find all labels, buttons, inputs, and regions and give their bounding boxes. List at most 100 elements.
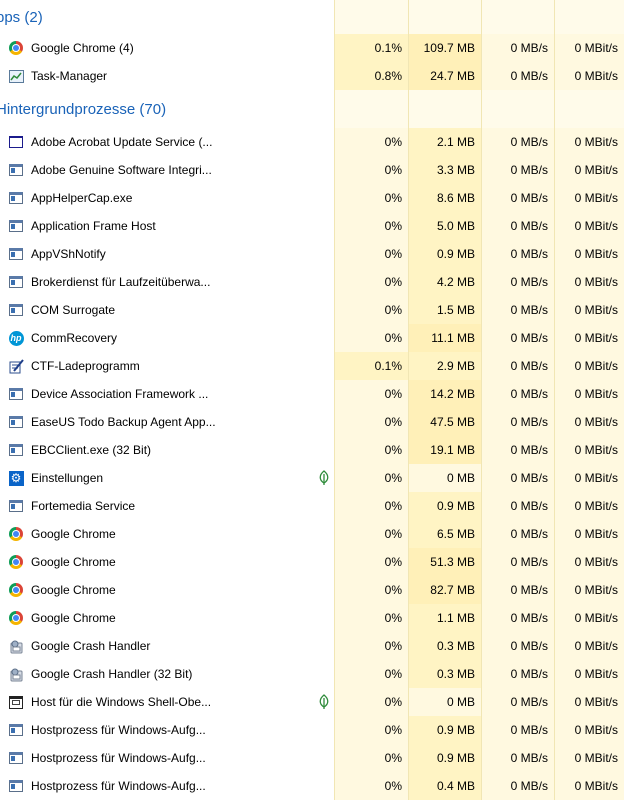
process-row[interactable]: Google Chrome 0% 6.5 MB 0 MB/s 0 MBit/s — [0, 520, 644, 548]
process-name-cell: Task-Manager — [0, 62, 334, 90]
process-name-cell: AppHelperCap.exe — [0, 184, 334, 212]
process-name-cell: EaseUS Todo Backup Agent App... — [0, 408, 334, 436]
process-row[interactable]: Task-Manager 0.8% 24.7 MB 0 MB/s 0 MBit/s — [0, 62, 644, 90]
process-row[interactable]: hp CommRecovery 0% 11.1 MB 0 MB/s 0 MBit/s — [0, 324, 644, 352]
network-value: 0 MBit/s — [554, 268, 624, 296]
memory-value: 5.0 MB — [408, 212, 481, 240]
process-row[interactable]: Host für die Windows Shell-Obe... 0% 0 MB 0… — [0, 688, 644, 716]
process-name: Adobe Acrobat Update Service (... — [31, 135, 213, 149]
cpu-value: 0% — [334, 744, 408, 772]
process-name: Google Crash Handler — [31, 639, 151, 653]
disk-value: 0 MB/s — [481, 604, 554, 632]
cpu-value: 0% — [334, 632, 408, 660]
gear-icon: ⚙ — [8, 470, 24, 486]
cpu-value: 0.8% — [334, 62, 408, 90]
process-row[interactable]: Hostprozess für Windows-Aufg... 0% 0.9 MB 0… — [0, 716, 644, 744]
process-row[interactable]: Google Chrome 0% 51.3 MB 0 MB/s 0 MBit/s — [0, 548, 644, 576]
process-row[interactable]: Application Frame Host 0% 5.0 MB 0 MB/s 0 MB… — [0, 212, 644, 240]
app-window-icon — [8, 302, 24, 318]
process-name-cell: AppVShNotify — [0, 240, 334, 268]
process-name: Task-Manager — [31, 69, 108, 83]
process-row[interactable]: Hostprozess für Windows-Aufg... 0% 0.9 MB 0… — [0, 744, 644, 772]
disk-value: 0 MB/s — [481, 576, 554, 604]
process-name-cell: Google Crash Handler — [0, 632, 334, 660]
process-row[interactable]: Hostprozess für Windows-Aufg... 0% 0.4 MB 0… — [0, 772, 644, 800]
cpu-value: 0% — [334, 212, 408, 240]
app-window-icon — [8, 778, 24, 794]
process-row[interactable]: Device Association Framework ... 0% 14.2 M… — [0, 380, 644, 408]
process-name: Hostprozess für Windows-Aufg... — [31, 723, 206, 737]
process-row[interactable]: CTF-Ladeprogramm 0.1% 2.9 MB 0 MB/s 0 MBit/s — [0, 352, 644, 380]
process-row[interactable]: EBCClient.exe (32 Bit) 0% 19.1 MB 0 MB/s 0 M… — [0, 436, 644, 464]
process-name: EaseUS Todo Backup Agent App... — [31, 415, 216, 429]
app-window-icon — [8, 218, 24, 234]
process-name-cell: Adobe Genuine Software Integri... — [0, 156, 334, 184]
group-label: pps (2) — [0, 9, 43, 26]
process-name: Host für die Windows Shell-Obe... — [31, 695, 212, 709]
network-value: 0 MBit/s — [554, 492, 624, 520]
disk-value: 0 MB/s — [481, 464, 554, 492]
process-row[interactable]: COM Surrogate 0% 1.5 MB 0 MB/s 0 MBit/s — [0, 296, 644, 324]
disk-value: 0 MB/s — [481, 408, 554, 436]
disk-value: 0 MB/s — [481, 688, 554, 716]
process-name: Application Frame Host — [31, 219, 156, 233]
process-name: Google Chrome — [31, 555, 116, 569]
process-row[interactable]: AppVShNotify 0% 0.9 MB 0 MB/s 0 MBit/s — [0, 240, 644, 268]
network-value: 0 MBit/s — [554, 660, 624, 688]
network-value: 0 MBit/s — [554, 352, 624, 380]
group-empty-cell — [408, 90, 481, 128]
disk-value: 0 MB/s — [481, 772, 554, 800]
memory-value: 24.7 MB — [408, 62, 481, 90]
process-table: pps (2) Google Chrome (4) 0.1% 109.7 MB 0 MB… — [0, 0, 644, 800]
process-name: CTF-Ladeprogramm — [31, 359, 140, 373]
memory-value: 14.2 MB — [408, 380, 481, 408]
process-name: Adobe Genuine Software Integri... — [31, 163, 212, 177]
process-row[interactable]: Adobe Acrobat Update Service (... 0% 2.1 M… — [0, 128, 644, 156]
memory-value: 109.7 MB — [408, 34, 481, 62]
process-name-cell: Fortemedia Service — [0, 492, 334, 520]
process-row[interactable]: Fortemedia Service 0% 0.9 MB 0 MB/s 0 MBit/s — [0, 492, 644, 520]
process-row[interactable]: Google Chrome 0% 82.7 MB 0 MB/s 0 MBit/s — [0, 576, 644, 604]
network-value: 0 MBit/s — [554, 688, 624, 716]
crash-handler-icon — [8, 638, 24, 654]
process-name: Google Crash Handler (32 Bit) — [31, 667, 193, 681]
cpu-value: 0% — [334, 296, 408, 324]
process-row[interactable]: Brokerdienst für Laufzeitüberwa... 0% 4.2 … — [0, 268, 644, 296]
network-value: 0 MBit/s — [554, 184, 624, 212]
group-header[interactable]: Hintergrundprozesse (70) — [0, 90, 644, 128]
network-value: 0 MBit/s — [554, 604, 624, 632]
chrome-icon — [8, 554, 24, 570]
process-row[interactable]: Google Chrome (4) 0.1% 109.7 MB 0 MB/s 0 MBi… — [0, 34, 644, 62]
memory-value: 8.6 MB — [408, 184, 481, 212]
process-row[interactable]: EaseUS Todo Backup Agent App... 0% 47.5 MB… — [0, 408, 644, 436]
network-value: 0 MBit/s — [554, 464, 624, 492]
process-row[interactable]: Google Crash Handler (32 Bit) 0% 0.3 MB 0 M… — [0, 660, 644, 688]
process-name-cell: hp CommRecovery — [0, 324, 334, 352]
cpu-value: 0% — [334, 772, 408, 800]
cpu-value: 0% — [334, 716, 408, 744]
process-name-cell: ⚙ Einstellungen — [0, 464, 334, 492]
group-empty-cell — [334, 0, 408, 34]
leaf-icon — [317, 470, 331, 486]
app-window-icon — [8, 162, 24, 178]
disk-value: 0 MB/s — [481, 660, 554, 688]
process-row[interactable]: ⚙ Einstellungen 0% 0 MB 0 MB/s 0 MBit/s — [0, 464, 644, 492]
cpu-value: 0% — [334, 576, 408, 604]
app-window-icon — [8, 246, 24, 262]
network-value: 0 MBit/s — [554, 128, 624, 156]
hp-icon: hp — [8, 330, 24, 346]
process-row[interactable]: Google Chrome 0% 1.1 MB 0 MB/s 0 MBit/s — [0, 604, 644, 632]
process-name-cell: COM Surrogate — [0, 296, 334, 324]
process-name-cell: Device Association Framework ... — [0, 380, 334, 408]
process-row[interactable]: Adobe Genuine Software Integri... 0% 3.3 M… — [0, 156, 644, 184]
network-value: 0 MBit/s — [554, 716, 624, 744]
memory-value: 0.9 MB — [408, 744, 481, 772]
memory-value: 1.1 MB — [408, 604, 481, 632]
group-empty-cell — [554, 90, 624, 128]
process-row[interactable]: Google Crash Handler 0% 0.3 MB 0 MB/s 0 MBit… — [0, 632, 644, 660]
process-row[interactable]: AppHelperCap.exe 0% 8.6 MB 0 MB/s 0 MBit/s — [0, 184, 644, 212]
process-name-cell: Google Chrome (4) — [0, 34, 334, 62]
group-header[interactable]: pps (2) — [0, 0, 644, 34]
network-value: 0 MBit/s — [554, 156, 624, 184]
process-name-cell: Hostprozess für Windows-Aufg... — [0, 772, 334, 800]
